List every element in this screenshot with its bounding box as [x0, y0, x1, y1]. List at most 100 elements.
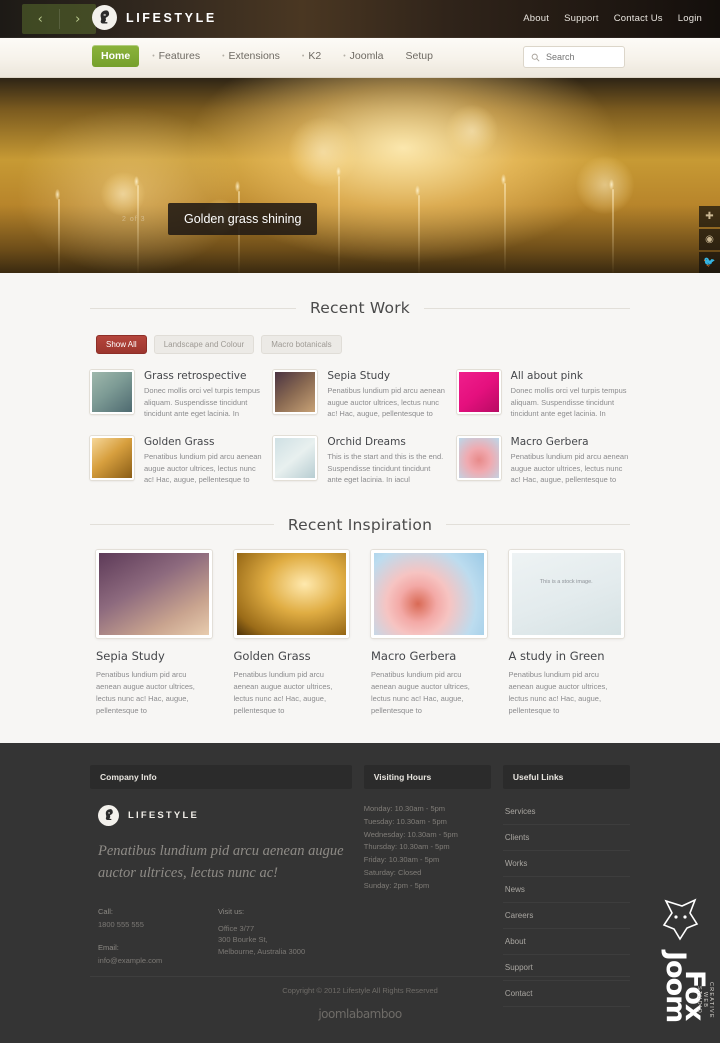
logo-head-icon [92, 5, 117, 30]
hours-row: Monday: 10.30am - 5pm [363, 803, 446, 813]
inspiration-image[interactable] [96, 549, 212, 638]
work-item[interactable]: Grass retrospective Donec mollis orci ve… [90, 370, 263, 420]
recent-inspiration-grid: Sepia Study Penatibus lundium pid arcu a… [96, 549, 624, 717]
footer-company-heading: Company Info [90, 764, 352, 789]
recent-work-heading: Recent Work [90, 273, 631, 317]
twitter-icon[interactable]: 🐦 [699, 252, 720, 273]
work-thumbnail[interactable] [273, 370, 318, 414]
work-title: All about pink [510, 370, 583, 382]
inspiration-excerpt: Penatibus lundium pid arcu aenean augue … [233, 669, 333, 715]
bokeh-decor [576, 156, 634, 214]
search-box[interactable] [523, 46, 625, 68]
recent-inspiration-heading: Recent Inspiration [90, 486, 630, 534]
hours-list: Monday: 10.30am - 5pm Tuesday: 10.30am -… [364, 803, 491, 893]
slider-arrows[interactable]: ‹ › [22, 4, 96, 34]
hours-row: Thursday: 10.30am - 5pm [363, 842, 450, 852]
top-nav-item-login[interactable]: Login [678, 13, 702, 24]
inspiration-card[interactable]: Golden Grass Penatibus lundium pid arcu … [233, 549, 349, 717]
work-item[interactable]: Macro Gerbera Penatibus lundium pid arcu… [456, 435, 630, 486]
footer-tagline: Penatibus lundium pid arcu aenean augue … [98, 842, 344, 882]
joomlabamboo-logo[interactable]: joomlabamboo [0, 1007, 720, 1021]
hero-caption: Golden grass shining [168, 203, 318, 235]
footer-link-clients[interactable]: Clients [502, 825, 630, 851]
flickr-icon[interactable]: ◉ [699, 229, 720, 250]
filter-macro[interactable]: Macro botanicals [261, 335, 342, 354]
menu-item-features[interactable]: • Features [143, 45, 209, 67]
bullet-icon: • [222, 52, 225, 60]
work-thumbnail[interactable] [456, 435, 501, 480]
slider-next-icon[interactable]: › [60, 4, 97, 34]
filter-landscape[interactable]: Landscape and Colour [153, 335, 255, 354]
menu-item-k2[interactable]: • K2 [293, 45, 330, 67]
work-thumbnail[interactable] [90, 370, 134, 414]
grass-decor [136, 185, 139, 273]
footer-link-about[interactable]: About [502, 929, 630, 955]
work-thumbnail[interactable] [456, 370, 501, 414]
inspiration-image[interactable] [371, 549, 487, 638]
work-excerpt: Penatibus lundium pid arcu aenean augue … [144, 451, 262, 485]
grass-decor [414, 185, 420, 197]
inspiration-card[interactable]: Sepia Study Penatibus lundium pid arcu a… [96, 549, 212, 717]
slider-prev-icon[interactable]: ‹ [22, 4, 59, 34]
work-filters: Show All Landscape and Colour Macro bota… [96, 335, 720, 354]
top-nav-item-support[interactable]: Support [564, 13, 599, 24]
inspiration-image[interactable] [233, 549, 349, 638]
top-nav-item-contact-us[interactable]: Contact Us [614, 13, 663, 24]
stock-image-note: This is a stock image. [539, 578, 593, 585]
footer-brand[interactable]: LIFESTYLE [98, 804, 352, 826]
menu-item-extensions[interactable]: • Extensions [213, 45, 289, 67]
grass-decor [335, 165, 341, 177]
menu-item-home[interactable]: Home [92, 45, 140, 67]
work-item[interactable]: Golden Grass Penatibus lundium pid arcu … [90, 435, 263, 486]
inspiration-card[interactable]: This is a stock image. A study in Green … [508, 549, 624, 717]
recent-work-grid: Grass retrospective Donec mollis orci ve… [90, 370, 630, 486]
inspiration-excerpt: Penatibus lundium pid arcu aenean augue … [371, 669, 470, 715]
visit-address: Office 3/77 300 Bourke St, Melbourne, Au… [218, 923, 306, 956]
footer-brand-name: LIFESTYLE [128, 809, 199, 821]
footer-link-support[interactable]: Support [502, 955, 630, 981]
social-rail: ✚ ◉ 🐦 ♥ [699, 206, 720, 273]
plus-icon[interactable]: ✚ [699, 206, 720, 227]
footer-link-careers[interactable]: Careers [502, 903, 630, 929]
rule-left [90, 307, 297, 309]
inspiration-title: A study in Green [508, 648, 605, 663]
footer-divider [90, 975, 630, 977]
footer-link-news[interactable]: News [502, 877, 630, 903]
filter-show-all[interactable]: Show All [96, 335, 147, 354]
work-excerpt: Penatibus lundium pid arcu aenean augue … [510, 451, 629, 485]
menu-item-features-label: Features [158, 50, 201, 62]
search-input[interactable] [546, 52, 617, 62]
footer-link-works[interactable]: Works [502, 851, 630, 877]
work-item[interactable]: Sepia Study Penatibus lundium pid arcu a… [273, 370, 446, 420]
menu-item-joomla[interactable]: • Joomla [334, 45, 392, 67]
grass-decor [234, 181, 240, 193]
footer-hours-heading: Visiting Hours [363, 764, 491, 789]
inspiration-excerpt: Penatibus lundium pid arcu aenean augue … [96, 669, 195, 715]
work-title: Macro Gerbera [510, 435, 589, 448]
email-value[interactable]: info@example.com [98, 955, 218, 967]
work-item[interactable]: All about pink Donec mollis orci vel tur… [456, 370, 630, 420]
work-excerpt: Penatibus lundium pid arcu aenean augue … [327, 386, 445, 419]
menu-item-setup[interactable]: Setup [397, 45, 442, 67]
work-excerpt: This is the start and this is the end. S… [327, 451, 444, 485]
footer-links-heading: Useful Links [502, 764, 630, 789]
bullet-icon: • [152, 52, 155, 60]
top-nav-item-about[interactable]: About [523, 13, 549, 24]
footer-link-services[interactable]: Services [502, 799, 630, 825]
inspiration-card[interactable]: Macro Gerbera Penatibus lundium pid arcu… [371, 549, 487, 717]
work-title: Sepia Study [327, 370, 391, 382]
work-thumbnail[interactable] [273, 435, 318, 480]
visit-label: Visit us: [218, 906, 245, 916]
site-footer: Company Info LIFESTYLE Penatibus lundium… [0, 742, 720, 1043]
footer-links-column: Useful Links Services Clients Works News… [502, 764, 630, 1007]
work-item[interactable]: Orchid Dreams This is the start and this… [273, 435, 446, 486]
slide-counter: 2 of 3 [122, 216, 146, 223]
main-nav-bar: Home • Features • Extensions • K2 • Joom… [0, 38, 720, 78]
site-brand[interactable]: LIFESTYLE [92, 5, 217, 30]
bokeh-decor [288, 117, 358, 187]
hero-slider[interactable]: ✚ ◉ 🐦 ♥ [0, 78, 720, 273]
grass-decor [501, 173, 507, 185]
work-thumbnail[interactable] [90, 435, 134, 480]
inspiration-image[interactable]: This is a stock image. [508, 549, 624, 638]
search-icon [531, 53, 540, 61]
